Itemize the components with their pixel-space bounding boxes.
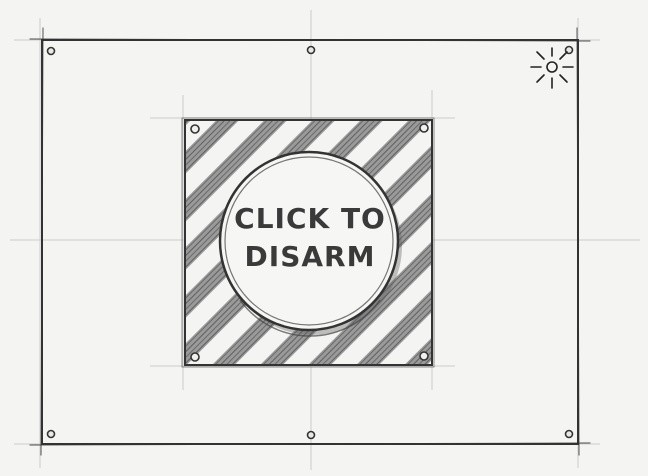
screw-icon [564,429,574,439]
screw-icon [190,124,200,134]
sketch-scene [10,10,640,470]
screw-icon [306,45,316,55]
screw-icon [46,46,56,56]
screw-icon [46,429,56,439]
screw-icon [306,430,316,440]
screw-icon [419,123,429,133]
screw-icon [190,352,200,362]
sun-light-icon [530,47,574,89]
disarm-button[interactable] [218,150,402,337]
screw-icon [419,351,429,361]
